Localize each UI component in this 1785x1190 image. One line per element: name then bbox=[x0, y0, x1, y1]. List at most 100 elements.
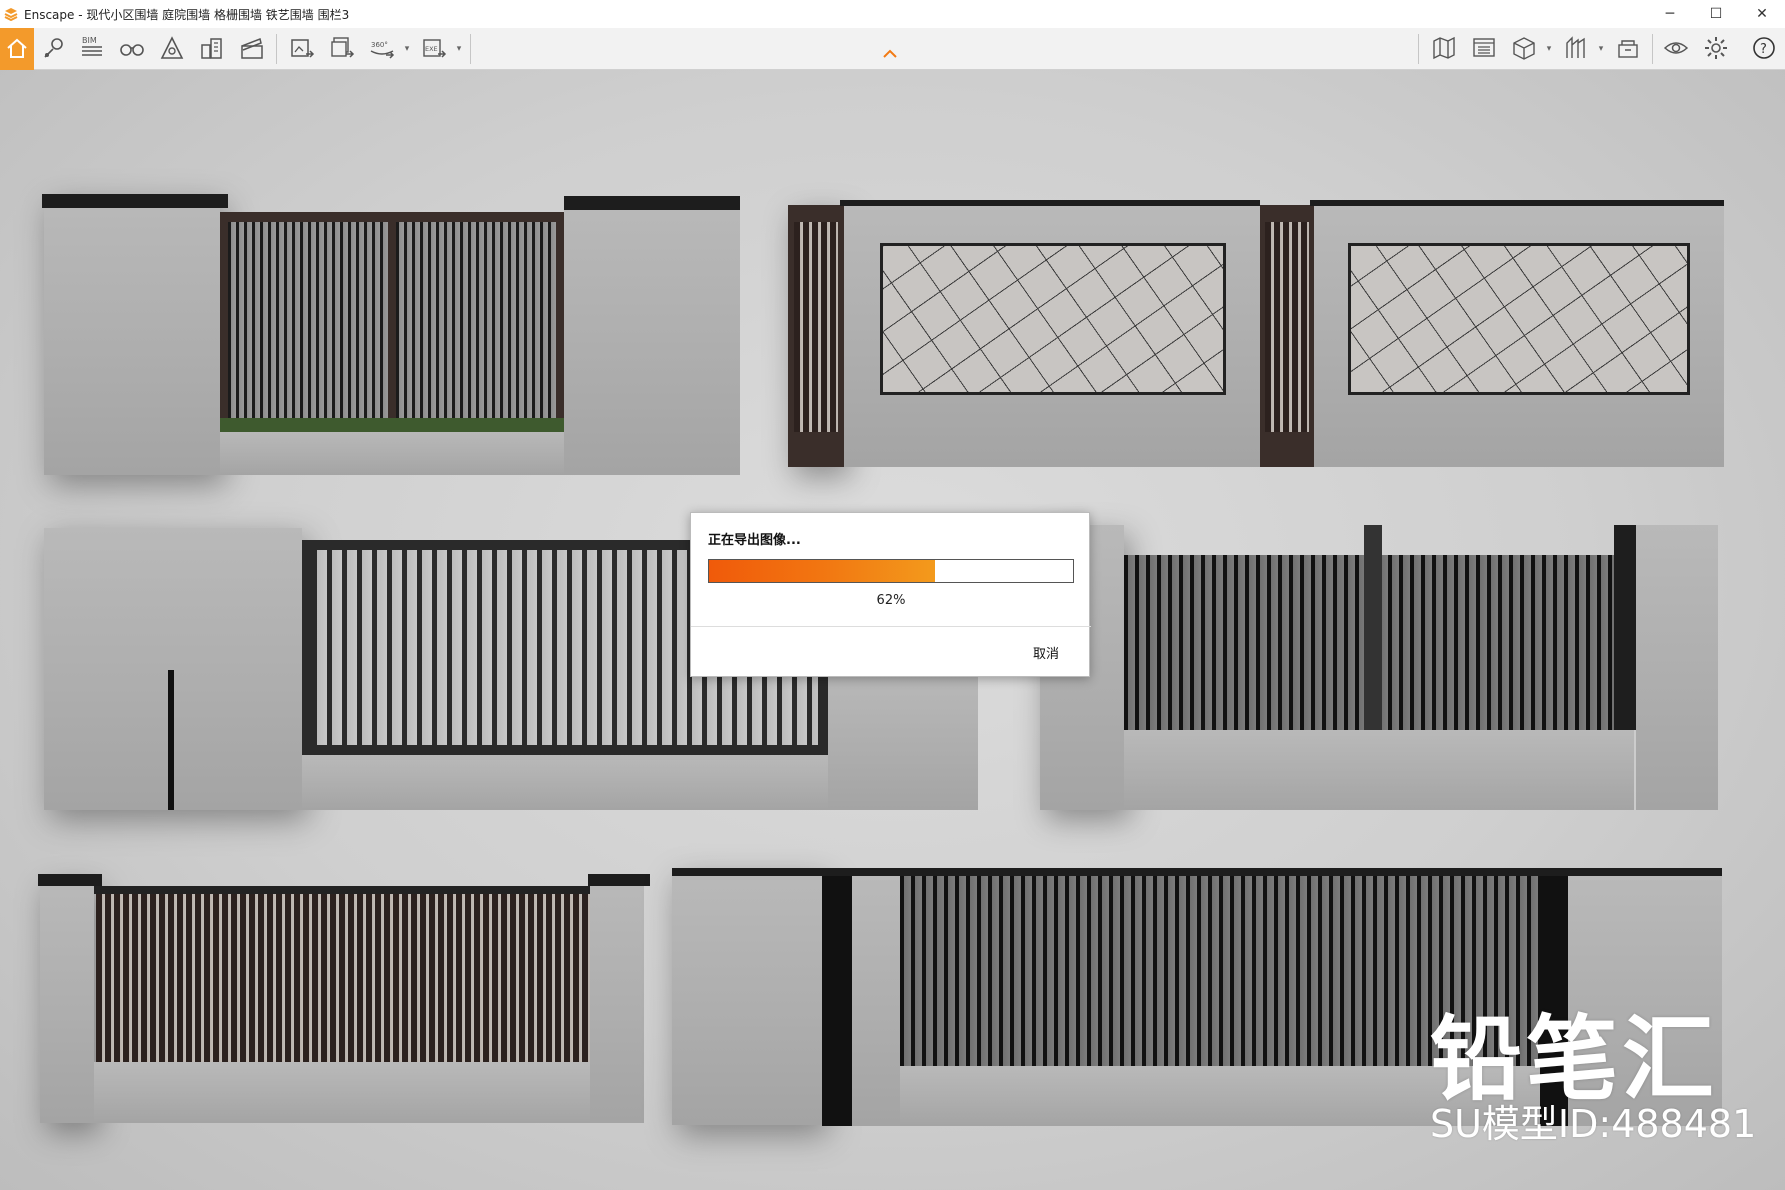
home-button[interactable] bbox=[0, 28, 34, 70]
asset-library-button[interactable] bbox=[1612, 32, 1644, 64]
fence-grille bbox=[228, 222, 388, 418]
export-360-icon: 360° bbox=[370, 41, 395, 59]
atmosphere-button[interactable] bbox=[156, 32, 188, 64]
svg-text:?: ? bbox=[1760, 42, 1767, 57]
toolbar-separator bbox=[1652, 34, 1653, 64]
panel-button[interactable] bbox=[1468, 32, 1500, 64]
export-image-button[interactable] bbox=[286, 32, 318, 64]
clapperboard-icon bbox=[241, 37, 263, 59]
views-icon bbox=[1566, 36, 1585, 58]
pillar-cap bbox=[564, 196, 740, 210]
batch-export-button[interactable] bbox=[326, 32, 358, 64]
fence-grille bbox=[396, 222, 556, 418]
fence-post bbox=[1614, 525, 1636, 730]
progress-bar bbox=[708, 559, 1074, 583]
atmosphere-icon bbox=[160, 36, 184, 59]
hedge-strip bbox=[220, 418, 564, 432]
batch-export-icon bbox=[331, 37, 355, 58]
maximize-button[interactable]: ☐ bbox=[1693, 0, 1739, 28]
buildings-icon bbox=[201, 38, 222, 59]
cancel-button[interactable]: 取消 bbox=[1033, 643, 1059, 662]
home-icon bbox=[7, 38, 27, 58]
collapse-toolbar-button[interactable] bbox=[880, 46, 900, 62]
svg-text:BIM: BIM bbox=[82, 36, 97, 45]
cube-dropdown-chevron-icon[interactable]: ▾ bbox=[1544, 42, 1554, 56]
close-button[interactable]: ✕ bbox=[1739, 0, 1785, 28]
toolbar-separator bbox=[276, 34, 277, 64]
export-exe-button[interactable]: EXE bbox=[418, 32, 450, 64]
window-title: Enscape - 现代小区围墙 庭院围墙 格栅围墙 铁艺围墙 围栏3 bbox=[24, 7, 350, 22]
help-button[interactable]: ? bbox=[1748, 32, 1780, 64]
binoculars-button[interactable] bbox=[116, 32, 148, 64]
location-button[interactable] bbox=[38, 32, 70, 64]
export-360-button[interactable]: 360° bbox=[366, 32, 398, 64]
toolbar: BIM 360° ▾ EXE ▾ ▾ ▾ ? bbox=[0, 28, 1785, 70]
fence-post bbox=[1364, 525, 1382, 730]
fence-wall bbox=[852, 876, 900, 1126]
fence-grille bbox=[1265, 222, 1309, 432]
minimize-button[interactable]: ─ bbox=[1647, 0, 1693, 28]
lattice-frame bbox=[880, 243, 1226, 395]
progress-percentage: 62% bbox=[876, 593, 906, 608]
map-icon bbox=[1433, 36, 1455, 60]
export-image-icon bbox=[291, 39, 315, 58]
views-dropdown-chevron-icon[interactable]: ▾ bbox=[1596, 42, 1606, 56]
panel-icon bbox=[1473, 38, 1495, 57]
toolbar-separator bbox=[470, 34, 471, 64]
settings-button[interactable] bbox=[1700, 32, 1732, 64]
chevron-up-icon bbox=[883, 49, 897, 58]
views-button[interactable] bbox=[1560, 32, 1592, 64]
diamond-lattice bbox=[883, 246, 1223, 392]
dialog-divider bbox=[691, 626, 1091, 627]
visual-settings-button[interactable] bbox=[1660, 32, 1692, 64]
export-progress-dialog: 正在导出图像... 62% 取消 bbox=[690, 512, 1091, 677]
bim-button[interactable]: BIM bbox=[76, 32, 108, 64]
cube-button[interactable] bbox=[1508, 32, 1540, 64]
wall-cap bbox=[1310, 200, 1724, 206]
grille-top-rail bbox=[94, 886, 592, 894]
pillar-cap bbox=[42, 194, 228, 208]
buildings-button[interactable] bbox=[196, 32, 228, 64]
enscape-logo-icon bbox=[4, 8, 18, 21]
export-360-dropdown-chevron-icon[interactable]: ▾ bbox=[402, 42, 412, 56]
fence-base bbox=[94, 1062, 592, 1123]
fence-grille bbox=[96, 892, 590, 1062]
cube-icon bbox=[1513, 37, 1535, 60]
export-exe-dropdown-chevron-icon[interactable]: ▾ bbox=[454, 42, 464, 56]
toolbar-separator bbox=[1418, 34, 1419, 64]
wall-cap bbox=[840, 200, 1260, 206]
fence-pillar bbox=[564, 200, 740, 475]
help-icon: ? bbox=[1753, 37, 1775, 59]
svg-text:360°: 360° bbox=[371, 41, 388, 49]
settings-icon bbox=[1705, 37, 1727, 59]
map-button[interactable] bbox=[1428, 32, 1460, 64]
pillar-cap bbox=[588, 874, 650, 886]
fence-pillar bbox=[1636, 525, 1718, 810]
asset-library-icon bbox=[1618, 40, 1638, 58]
location-pin-icon bbox=[44, 38, 63, 58]
model-id-watermark: SU模型ID:488481 bbox=[1430, 1102, 1757, 1146]
fence-pillar bbox=[40, 878, 94, 1123]
fence-base bbox=[220, 430, 564, 475]
lattice-frame bbox=[1348, 243, 1690, 395]
fence-pillar bbox=[590, 878, 644, 1123]
fence-pillar bbox=[44, 195, 220, 475]
pillar-groove bbox=[168, 670, 174, 810]
fence-base bbox=[302, 755, 828, 810]
fence-post bbox=[822, 876, 852, 1126]
export-exe-icon: EXE bbox=[423, 39, 447, 58]
dialog-title: 正在导出图像... bbox=[708, 533, 801, 548]
bim-icon: BIM bbox=[82, 36, 102, 56]
fence-wall bbox=[672, 870, 822, 1125]
wall-cap bbox=[672, 868, 1722, 876]
fence-pillar bbox=[828, 670, 978, 810]
fence-grille bbox=[794, 222, 838, 432]
svg-text:EXE: EXE bbox=[425, 45, 438, 53]
pillar-cap bbox=[38, 874, 102, 886]
progress-bar-fill bbox=[709, 560, 935, 582]
visual-settings-icon bbox=[1663, 42, 1689, 54]
fence-base bbox=[1124, 730, 1634, 810]
diamond-lattice bbox=[1351, 246, 1687, 392]
video-editor-button[interactable] bbox=[236, 32, 268, 64]
title-bar: Enscape - 现代小区围墙 庭院围墙 格栅围墙 铁艺围墙 围栏3 ─ ☐ … bbox=[0, 0, 1785, 28]
